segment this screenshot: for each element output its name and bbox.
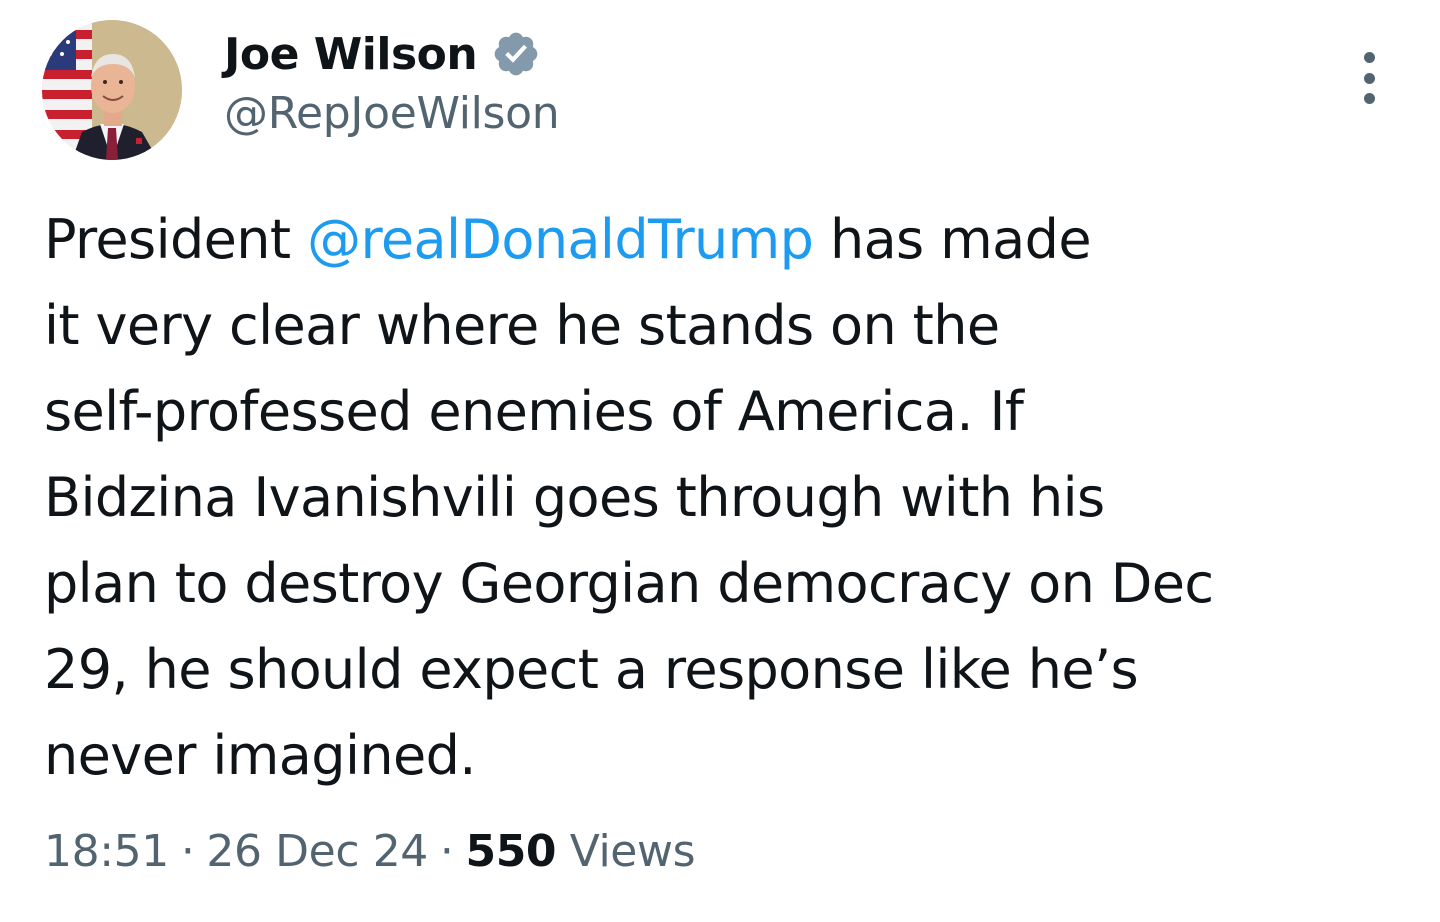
meta-separator: · (180, 826, 195, 877)
verified-badge-icon[interactable] (491, 29, 541, 79)
author-avatar[interactable] (42, 20, 182, 160)
more-dot (1363, 93, 1375, 104)
tweet-date[interactable]: 26 Dec 24 (206, 826, 428, 877)
author-display-name[interactable]: Joe Wilson (224, 29, 478, 80)
views-count[interactable]: 550 (466, 826, 557, 877)
tweet-text-before: President (44, 208, 308, 271)
tweet-meta: 18:51 · 26 Dec 24 · 550 Views (44, 826, 695, 877)
more-dot (1363, 72, 1375, 84)
author-name-row: Joe Wilson (224, 24, 541, 84)
tweet-text-after: has made it very clear where he stands o… (44, 208, 1214, 787)
more-options-icon[interactable] (1346, 48, 1392, 108)
mention-link[interactable]: @realDonaldTrump (307, 208, 814, 271)
meta-separator: · (439, 826, 454, 877)
author-handle[interactable]: @RepJoeWilson (224, 88, 560, 139)
more-dot (1363, 52, 1375, 63)
tweet-text: President @realDonaldTrump has made it v… (44, 197, 1414, 799)
tweet-time[interactable]: 18:51 (44, 826, 169, 877)
tweet-card: Joe Wilson @RepJoeWilson President @real… (0, 0, 1440, 922)
profile-photo (42, 20, 182, 160)
views-label[interactable]: Views (570, 826, 696, 877)
